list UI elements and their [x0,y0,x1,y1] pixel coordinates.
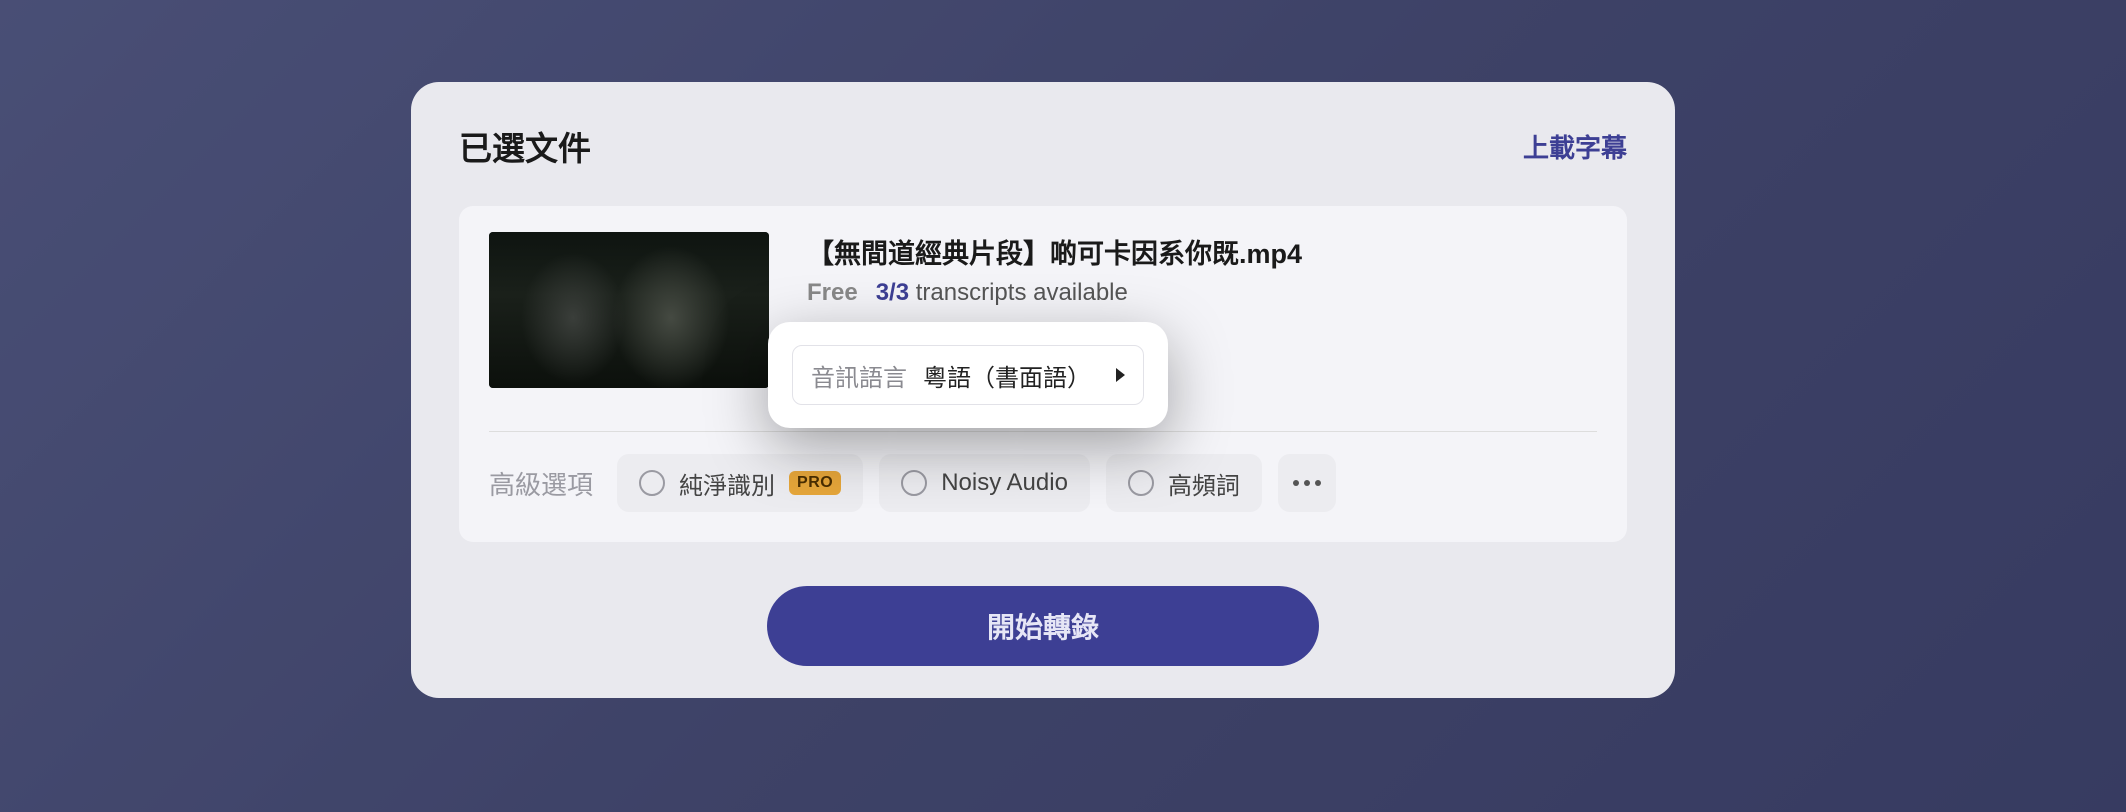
advanced-options-label: 高級選項 [489,465,593,502]
language-popover: 音訊語言 粵語（書面語） [768,322,1168,428]
more-options-button[interactable] [1278,454,1336,512]
option-label: Noisy Audio [941,469,1068,497]
advanced-options-row: 高級選項 純淨識別 PRO Noisy Audio 高頻詞 [489,454,1597,512]
radio-icon [639,470,665,496]
option-high-frequency-words[interactable]: 高頻詞 [1106,454,1262,512]
upload-subtitles-link[interactable]: 上載字幕 [1523,128,1627,165]
option-label: 高頻詞 [1168,466,1240,501]
file-name: 【無間道經典片段】啲可卡因系你既.mp4 [807,232,1597,271]
radio-icon [901,470,927,496]
usage-line: Free 3/3 transcripts available [807,279,1597,307]
audio-language-label: 音訊語言 [811,358,907,393]
audio-language-select[interactable]: 音訊語言 粵語（書面語） [792,345,1144,405]
card-title: 已選文件 [459,122,591,170]
audio-language-value: 粵語（書面語） [923,358,1100,393]
option-noisy-audio[interactable]: Noisy Audio [879,454,1090,512]
transcript-available-label: transcripts available [916,279,1128,306]
radio-icon [1128,470,1154,496]
thumbnail-image [489,232,769,388]
transcript-count: 3/3 [876,279,909,306]
pro-badge: PRO [789,471,841,495]
plan-badge: Free [807,279,858,307]
start-transcribe-button[interactable]: 開始轉錄 [767,586,1319,666]
card-header: 已選文件 上載字幕 [459,122,1627,170]
ellipsis-icon [1293,480,1321,486]
caret-right-icon [1116,368,1125,382]
option-label: 純淨識別 [679,466,775,501]
option-pure-recognition[interactable]: 純淨識別 PRO [617,454,863,512]
video-thumbnail [489,232,769,388]
